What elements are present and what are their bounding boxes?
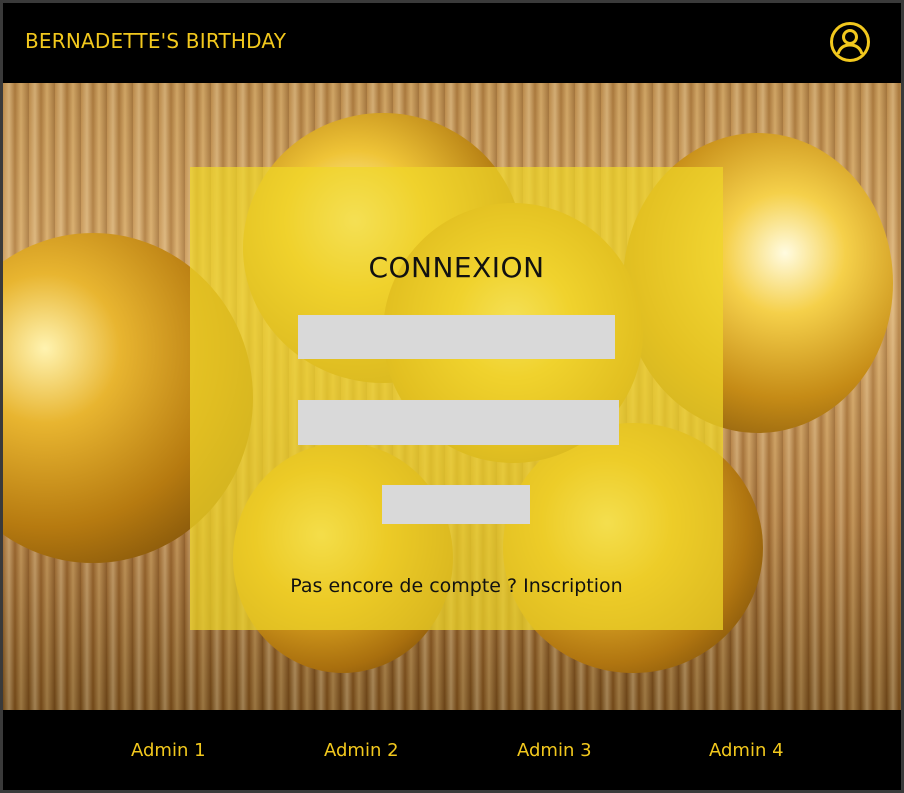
top-bar: BERNADETTE'S BIRTHDAY	[3, 3, 901, 83]
site-title: BERNADETTE'S BIRTHDAY	[25, 29, 287, 53]
login-title: CONNEXION	[368, 251, 545, 284]
signup-prompt-text: Pas encore de compte ?	[290, 575, 518, 597]
app-frame: BERNADETTE'S BIRTHDAY CONNEXION Pas enco…	[0, 0, 904, 793]
footer-nav: Admin 1 Admin 2 Admin 3 Admin 4	[3, 710, 901, 790]
user-account-button[interactable]	[829, 21, 871, 63]
footer-link-admin-1[interactable]: Admin 1	[131, 740, 206, 761]
footer-link-admin-3[interactable]: Admin 3	[517, 740, 592, 761]
login-submit-button[interactable]	[382, 485, 530, 524]
username-field[interactable]	[298, 315, 615, 359]
balloon-background-image: CONNEXION Pas encore de compte ? Inscrip…	[3, 83, 901, 710]
signup-link[interactable]: Inscription	[523, 575, 623, 597]
user-circle-icon	[830, 22, 870, 62]
footer-link-admin-2[interactable]: Admin 2	[324, 740, 399, 761]
footer-link-admin-4[interactable]: Admin 4	[709, 740, 784, 761]
login-card: CONNEXION Pas encore de compte ? Inscrip…	[190, 167, 723, 630]
signup-prompt-line: Pas encore de compte ? Inscription	[190, 575, 723, 597]
password-field[interactable]	[298, 400, 619, 445]
